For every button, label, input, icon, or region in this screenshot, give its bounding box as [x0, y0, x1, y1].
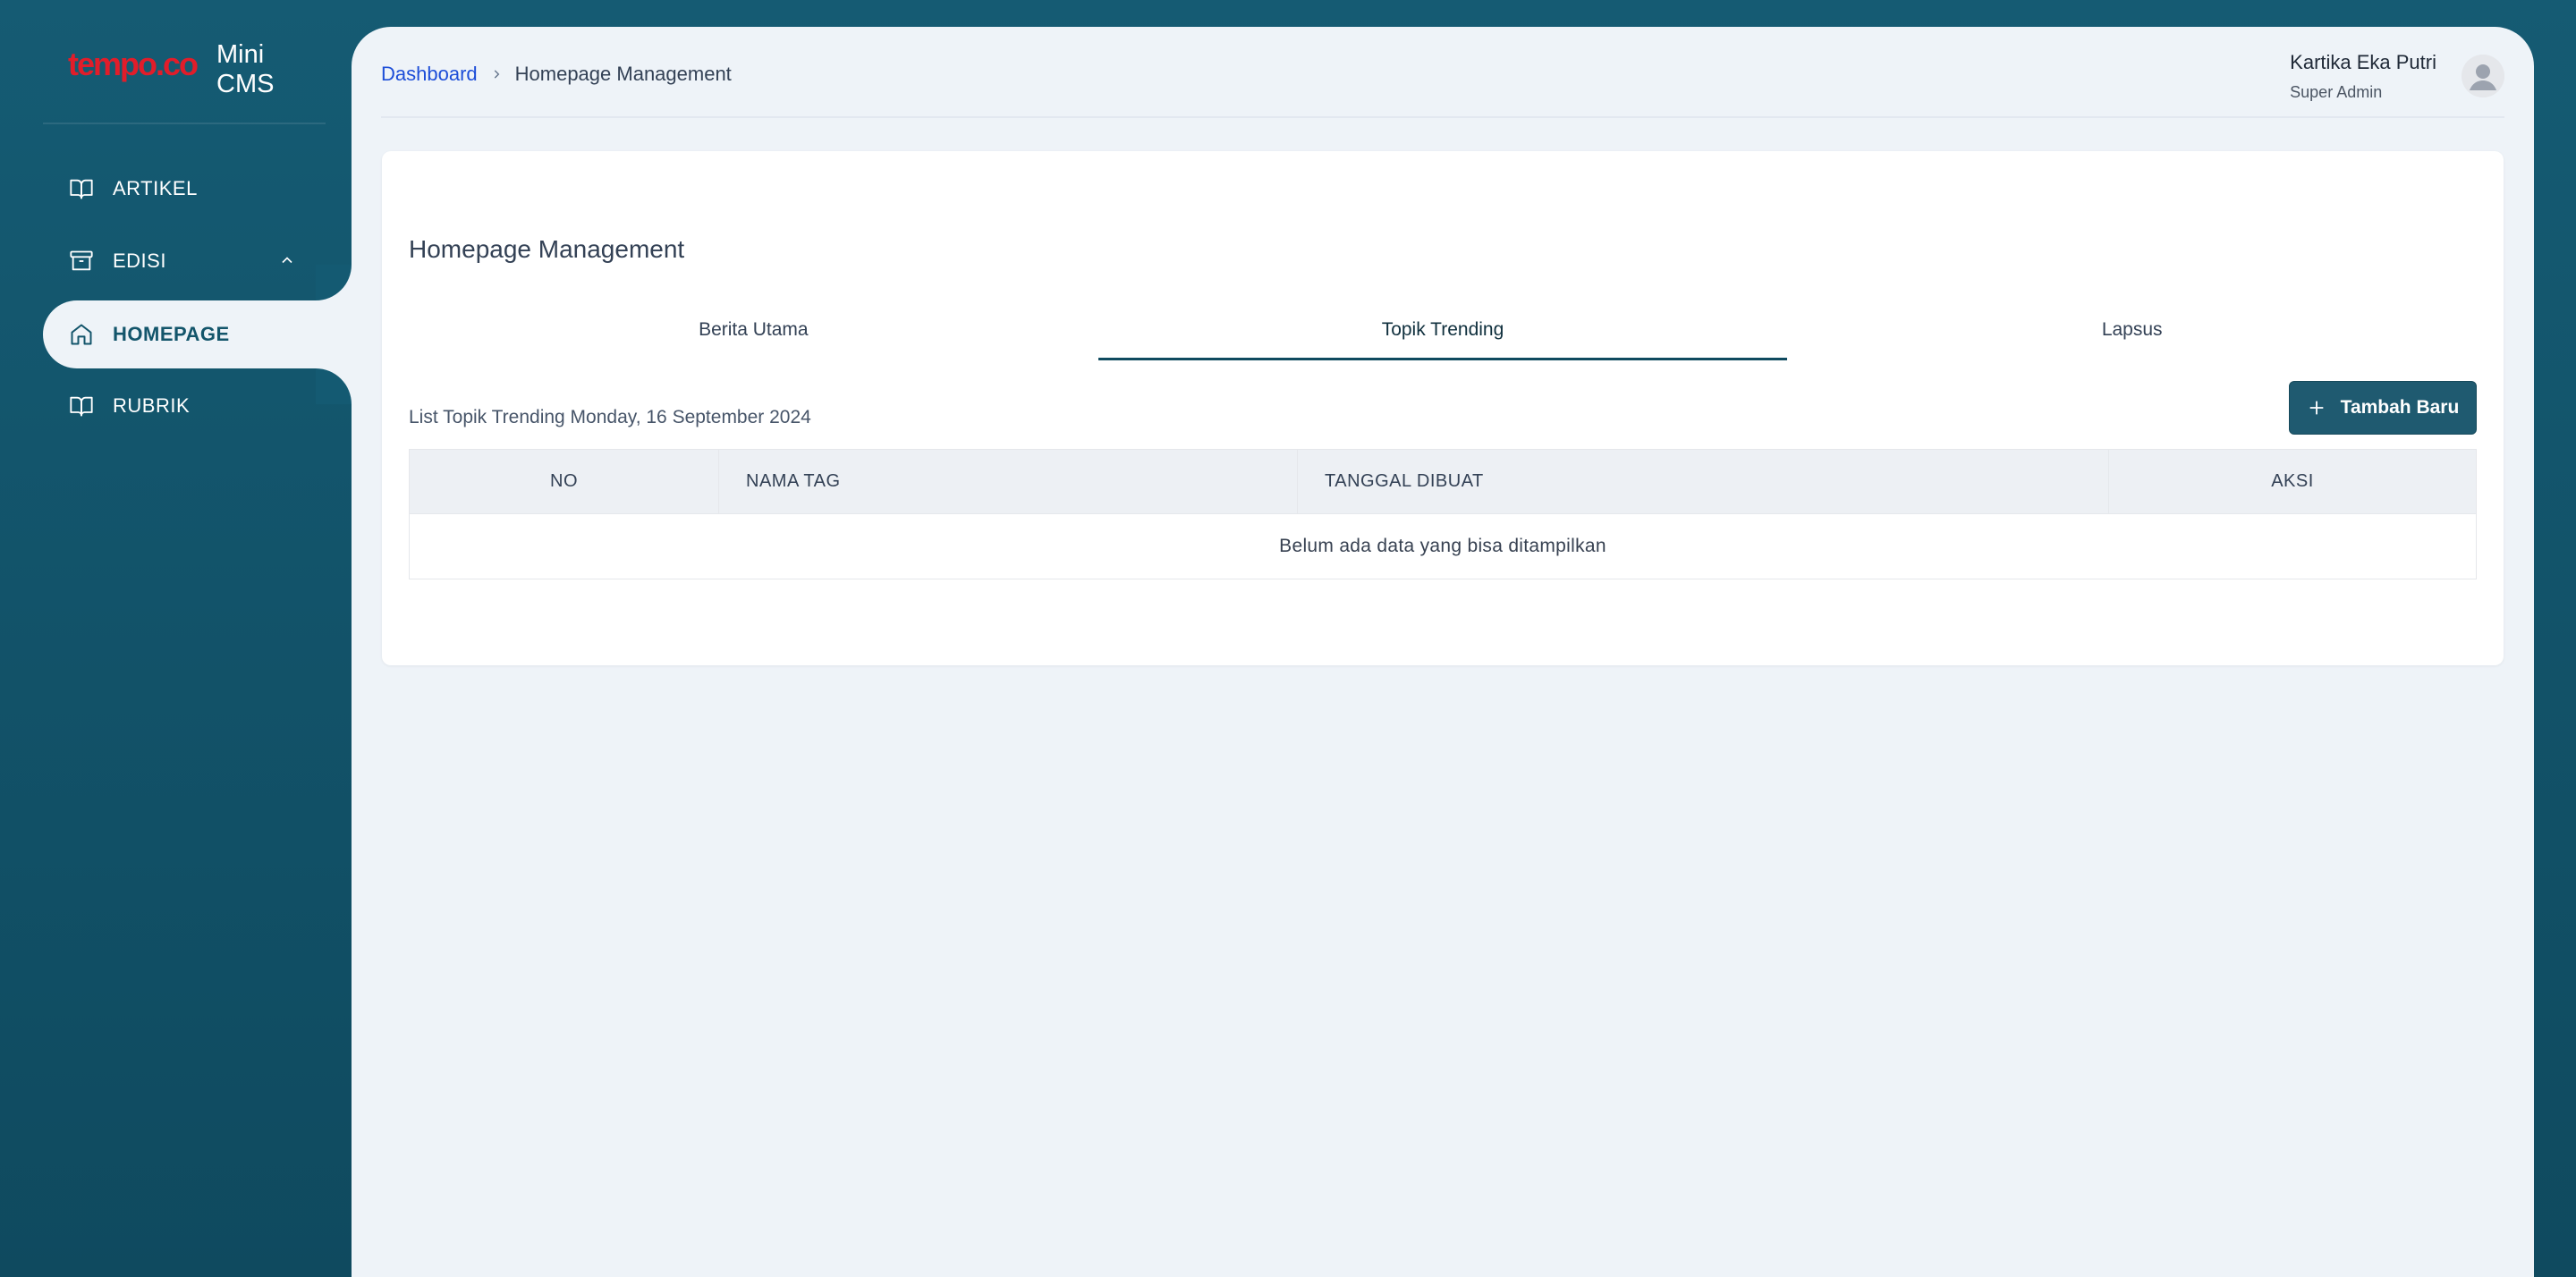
- tempo-logo: tempo.co: [68, 48, 199, 86]
- sidebar-item-label: EDISI: [113, 249, 166, 272]
- sidebar-divider: [43, 123, 326, 124]
- add-new-button[interactable]: Tambah Baru: [2289, 381, 2477, 435]
- tab-topik-trending[interactable]: Topik Trending: [1097, 312, 1788, 360]
- tabs: Berita Utama Topik Trending Lapsus: [409, 312, 2477, 360]
- plus-icon: [2307, 398, 2326, 418]
- app-name: Mini CMS: [216, 40, 275, 98]
- main-panel: Dashboard Homepage Management Kartika Ek…: [352, 27, 2534, 1277]
- sidebar-item-edisi[interactable]: EDISI: [43, 228, 352, 294]
- add-new-label: Tambah Baru: [2340, 397, 2460, 418]
- sidebar-item-artikel[interactable]: ARTIKEL: [43, 156, 352, 222]
- breadcrumb: Dashboard Homepage Management: [381, 63, 732, 86]
- sidebar-item-label: ARTIKEL: [113, 177, 198, 199]
- sidebar: tempo.co Mini CMS ARTIKEL EDISI HOMEPAGE…: [0, 0, 352, 1277]
- column-header-no: NO: [410, 450, 719, 513]
- column-header-nama-tag: NAMA TAG: [719, 450, 1298, 513]
- tab-berita-utama[interactable]: Berita Utama: [409, 312, 1098, 360]
- sidebar-item-label: HOMEPAGE: [113, 323, 230, 345]
- sidebar-item-rubrik[interactable]: RUBRIK: [43, 373, 352, 439]
- sidebar-item-homepage[interactable]: HOMEPAGE: [43, 300, 352, 368]
- chevron-up-icon[interactable]: [278, 251, 298, 271]
- table-header: NO NAMA TAG TANGGAL DIBUAT AKSI: [410, 450, 2476, 514]
- active-curve-top: [316, 265, 352, 300]
- home-icon: [68, 321, 95, 348]
- list-caption: List Topik Trending Monday, 16 September…: [409, 407, 811, 427]
- book-open-icon: [68, 393, 95, 419]
- logo-text: tempo.co: [68, 46, 199, 82]
- column-header-tanggal-dibuat: TANGGAL DIBUAT: [1298, 450, 2109, 513]
- trending-table: NO NAMA TAG TANGGAL DIBUAT AKSI Belum ad…: [409, 449, 2477, 579]
- book-open-icon: [68, 175, 95, 202]
- user-name: Kartika Eka Putri: [2290, 50, 2436, 73]
- column-header-aksi: AKSI: [2271, 471, 2314, 491]
- archive-box-icon: [68, 248, 95, 275]
- chevron-right-icon: [490, 68, 503, 80]
- avatar[interactable]: [2462, 55, 2504, 97]
- breadcrumb-current: Homepage Management: [514, 63, 732, 85]
- user-menu[interactable]: Kartika Eka Putri Super Admin: [2290, 45, 2504, 107]
- user-role: Super Admin: [2290, 82, 2383, 101]
- user-avatar-icon: [2462, 55, 2504, 97]
- homepage-management-card: Homepage Management Berita Utama Topik T…: [382, 151, 2504, 665]
- tab-lapsus[interactable]: Lapsus: [1787, 312, 2477, 360]
- brand[interactable]: tempo.co Mini CMS: [68, 40, 327, 98]
- empty-state-message: Belum ada data yang bisa ditampilkan: [1279, 536, 1606, 556]
- breadcrumb-dashboard-link[interactable]: Dashboard: [381, 63, 478, 86]
- page-title: Homepage Management: [409, 235, 685, 263]
- user-info: Kartika Eka Putri Super Admin: [2290, 51, 2436, 102]
- sidebar-item-label: RUBRIK: [113, 394, 191, 417]
- topbar: Dashboard Homepage Management Kartika Ek…: [381, 27, 2504, 118]
